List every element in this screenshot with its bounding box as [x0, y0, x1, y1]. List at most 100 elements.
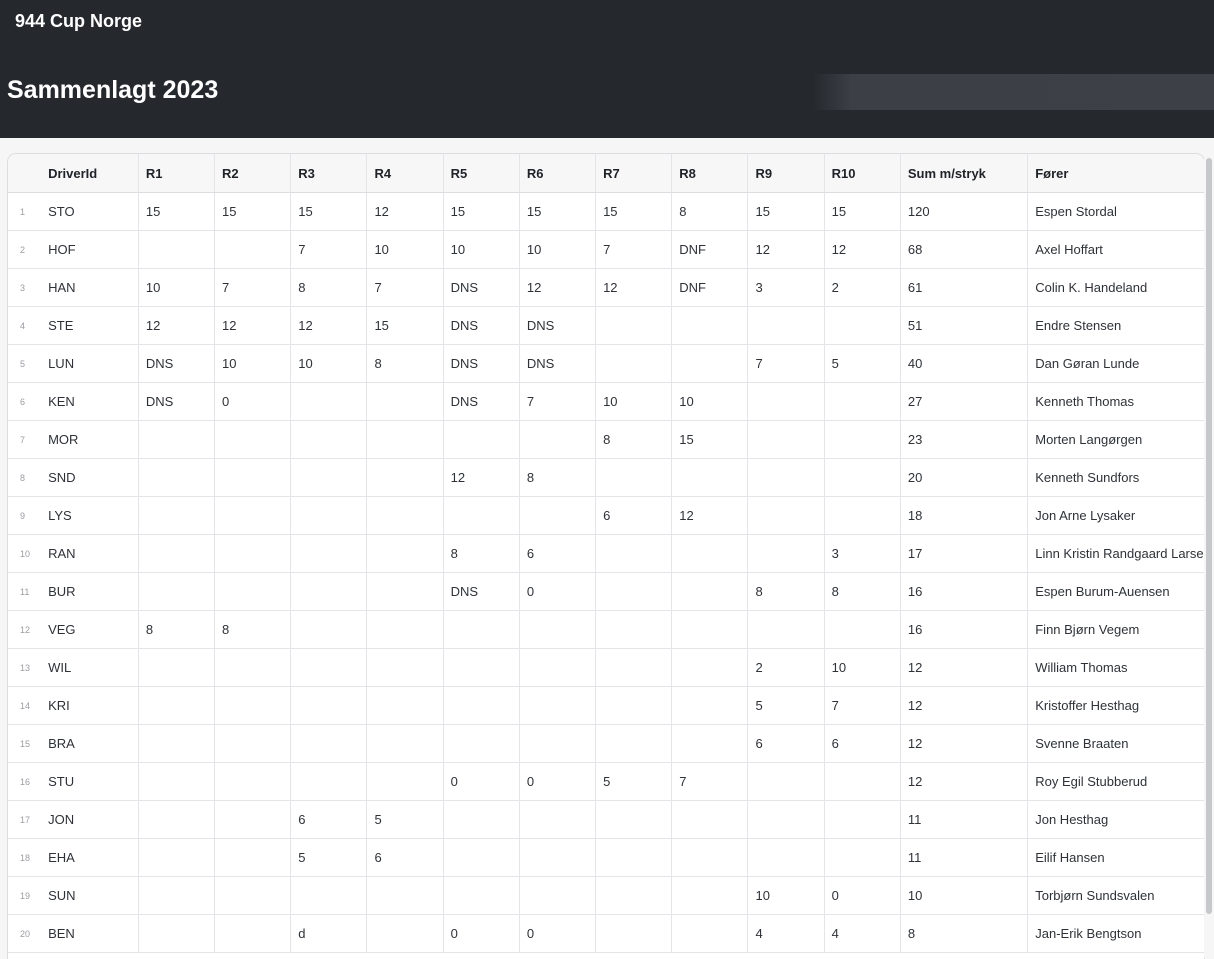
row-index: 7 — [8, 420, 42, 459]
table-cell — [366, 876, 444, 915]
table-cell: Roy Egil Stubberud — [1027, 762, 1204, 801]
table-cell: 68 — [900, 230, 1029, 269]
table-cell: HAN — [41, 268, 139, 307]
table-cell — [366, 648, 444, 687]
table-cell — [595, 800, 673, 839]
table-cell: Kristoffer Hesthag — [1027, 686, 1204, 725]
column-header[interactable]: R2 — [214, 154, 292, 193]
column-header[interactable]: R1 — [138, 154, 216, 193]
column-header[interactable]: R5 — [443, 154, 520, 193]
table-row[interactable]: 7 MOR 8 15 23 Morten Langørgen — [8, 420, 1204, 459]
table-cell: 12 — [519, 268, 597, 307]
column-header[interactable]: R9 — [747, 154, 825, 193]
table-cell — [443, 420, 520, 459]
column-header[interactable]: R3 — [290, 154, 368, 193]
table-cell: 8 — [290, 268, 368, 307]
table-cell: 3 — [824, 534, 901, 573]
table-row[interactable]: 8 SND 12 8 20 Kenneth Sundfors — [8, 458, 1204, 497]
table-row[interactable]: 3 HAN 10 7 8 7 DNS 12 12 DNF 3 2 61 Colin K. Handelan… — [8, 268, 1204, 307]
table-row[interactable]: 5 LUN DNS 10 10 8 DNS DNS 7 5 40 Dan Gøran Lunde — [8, 344, 1204, 383]
table-cell: Axel Hoffart — [1027, 230, 1204, 269]
table-row[interactable]: 18 EHA 5 6 11 Eilif Hansen — [8, 838, 1204, 877]
table-cell: d — [290, 914, 368, 953]
column-header[interactable]: R4 — [366, 154, 444, 193]
table-cell — [290, 762, 368, 801]
table-cell: 4 — [747, 914, 825, 953]
scrollbar-thumb[interactable] — [1206, 158, 1212, 914]
table-cell — [443, 800, 520, 839]
table-row[interactable]: 17 JON 6 5 11 Jon Hesthag — [8, 800, 1204, 839]
table-cell: Espen Burum-Auensen — [1027, 572, 1204, 611]
table-cell: 0 — [519, 572, 597, 611]
table-cell: STE — [41, 306, 139, 345]
table-cell — [519, 800, 597, 839]
table-row[interactable]: 20 BEN d 0 0 4 4 8 Jan-Erik Bengtson — [8, 914, 1204, 953]
table-cell: VEG — [41, 610, 139, 649]
table-cell: 8 — [443, 534, 520, 573]
table-cell — [138, 686, 216, 725]
table-cell — [366, 458, 444, 497]
table-row[interactable]: 11 BUR DNS 0 8 8 16 Espen Burum-Auensen — [8, 572, 1204, 611]
table-cell — [747, 458, 825, 497]
table-row[interactable]: 4 STE 12 12 12 15 DNS DNS 51 Endre Stensen — [8, 306, 1204, 345]
column-header[interactable]: R10 — [824, 154, 901, 193]
table-cell — [366, 686, 444, 725]
table-row[interactable]: 16 STU 0 0 5 7 12 Roy Egil Stubberud — [8, 762, 1204, 801]
table-cell — [214, 572, 292, 611]
table-row[interactable]: 2 HOF 7 10 10 10 7 DNF 12 12 68 Axel Hoffart — [8, 230, 1204, 269]
table-cell: Jon Hesthag — [1027, 800, 1204, 839]
table-cell: MOR — [41, 420, 139, 459]
table-row[interactable]: 1 STO 15 15 15 12 15 15 15 8 15 15 120 Espen Stordal — [8, 192, 1204, 231]
table-cell: SND — [41, 458, 139, 497]
column-header[interactable]: R7 — [595, 154, 673, 193]
column-header[interactable]: R6 — [519, 154, 597, 193]
row-index: 6 — [8, 382, 42, 421]
table-row[interactable]: 15 BRA 6 6 12 Svenne Braaten — [8, 724, 1204, 763]
table-cell: 10 — [443, 230, 520, 269]
table-cell: Linn Kristin Randgaard Larsen — [1027, 534, 1204, 573]
column-header[interactable]: DriverId — [41, 154, 139, 193]
table-row[interactable]: 14 KRI 5 7 12 Kristoffer Hesthag — [8, 686, 1204, 725]
table-cell: Finn Bjørn Vegem — [1027, 610, 1204, 649]
table-row[interactable]: 10 RAN 8 6 3 17 Linn Kristin Randgaard Larsen — [8, 534, 1204, 573]
table-cell — [214, 420, 292, 459]
table-cell: BRA — [41, 724, 139, 763]
table-cell: 23 — [900, 420, 1029, 459]
table-cell — [214, 458, 292, 497]
table-cell: Kenneth Thomas — [1027, 382, 1204, 421]
table-cell: 8 — [671, 192, 749, 231]
table-cell — [366, 534, 444, 573]
table-cell — [138, 458, 216, 497]
table-cell — [519, 496, 597, 535]
table-cell: BEN — [41, 914, 139, 953]
site-title[interactable]: 944 Cup Norge — [15, 11, 142, 32]
page-header: 944 Cup Norge Sammenlagt 2023 — [0, 0, 1214, 138]
table-cell — [443, 724, 520, 763]
table-row[interactable]: 12 VEG 8 8 16 Finn Bjørn Vegem — [8, 610, 1204, 649]
table-row[interactable]: 13 WIL 2 10 12 William Thomas — [8, 648, 1204, 687]
table-cell: RAN — [41, 534, 139, 573]
table-cell — [290, 496, 368, 535]
table-cell: 12 — [138, 306, 216, 345]
table-cell — [747, 800, 825, 839]
table-cell: 6 — [824, 724, 901, 763]
row-index: 12 — [8, 610, 42, 649]
table-row[interactable]: 9 LYS 6 12 18 Jon Arne Lysaker — [8, 496, 1204, 535]
row-index: 17 — [8, 800, 42, 839]
table-cell: 15 — [290, 192, 368, 231]
table-cell: 4 — [824, 914, 901, 953]
table-cell — [214, 762, 292, 801]
column-header[interactable]: Sum m/stryk — [900, 154, 1029, 193]
table-cell — [519, 724, 597, 763]
table-cell: 12 — [900, 724, 1029, 763]
table-cell — [138, 648, 216, 687]
table-cell — [824, 382, 901, 421]
column-header[interactable]: Fører — [1027, 154, 1204, 193]
standings-table-container[interactable]: DriverId R1 R2 R3 R4 R5 R6 R7 R8 R9 R10 … — [7, 153, 1205, 959]
table-cell — [290, 420, 368, 459]
table-cell — [138, 876, 216, 915]
table-row[interactable]: 6 KEN DNS 0 DNS 7 10 10 27 Kenneth Thomas — [8, 382, 1204, 421]
table-row[interactable]: 19 SUN 10 0 10 Torbjørn Sundsvalen — [8, 876, 1204, 915]
column-header[interactable]: R8 — [671, 154, 749, 193]
row-index: 20 — [8, 914, 42, 953]
